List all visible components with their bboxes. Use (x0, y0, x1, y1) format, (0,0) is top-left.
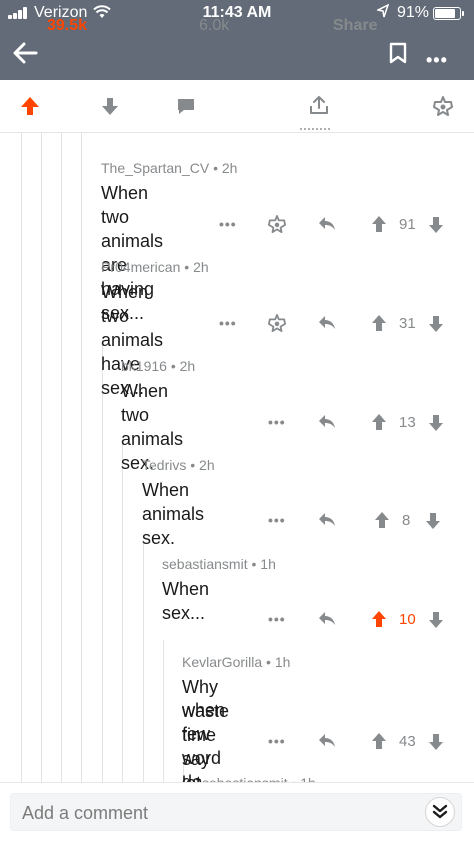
add-comment-field[interactable]: Add a comment (10, 793, 462, 831)
comment-age: 2h (179, 358, 196, 374)
thread-line (81, 133, 82, 783)
comment-age: 1h (274, 654, 291, 670)
downvote-arrow-icon[interactable] (101, 96, 119, 121)
downvote-arrow-icon[interactable] (425, 512, 441, 535)
comment-placeholder: Add a comment (22, 803, 149, 823)
reply-icon[interactable] (318, 216, 336, 237)
comment-meta: Tedrivs • 2h (142, 457, 215, 473)
more-options-icon[interactable]: ••• (268, 512, 286, 528)
post-score: 39.5k (47, 17, 88, 34)
thread-line (122, 440, 123, 783)
comment-author[interactable]: KevlarGorilla (182, 654, 262, 670)
downvote-arrow-icon[interactable] (428, 611, 444, 634)
downvote-arrow-icon[interactable] (428, 414, 444, 437)
location-arrow-icon (375, 3, 390, 22)
battery-percent: 91% (397, 4, 430, 21)
thread-line (143, 540, 144, 783)
share-button[interactable]: Share (333, 17, 377, 35)
double-chevron-down-icon (432, 804, 448, 819)
comment-score: 31 (399, 315, 416, 332)
thread-line (163, 640, 164, 783)
comment-body: When sex... (162, 579, 210, 623)
thread-line (61, 133, 62, 783)
back-arrow-icon[interactable] (12, 40, 38, 66)
upvote-arrow-icon[interactable] (371, 732, 387, 755)
reply-icon[interactable] (318, 512, 336, 533)
comment-author[interactable]: Tedrivs (142, 457, 186, 473)
downvote-arrow-icon[interactable] (428, 315, 444, 338)
more-options-icon[interactable]: ••• (426, 50, 448, 71)
comment-meta: sebastiansmit • 1h (162, 556, 276, 572)
jump-down-button[interactable] (425, 797, 455, 827)
battery-icon (433, 7, 464, 20)
comment-age: 2h (193, 259, 209, 275)
bookmark-icon[interactable] (389, 42, 407, 64)
more-options-icon[interactable]: ••• (219, 315, 237, 331)
thread-line (102, 340, 103, 783)
upvote-arrow-icon[interactable] (371, 215, 387, 238)
more-options-icon[interactable]: ••• (268, 611, 286, 627)
more-options-icon[interactable]: ••• (268, 733, 286, 749)
comment-count: 6.0k (199, 17, 230, 34)
thread-line (21, 133, 22, 783)
award-icon[interactable] (268, 314, 286, 337)
comment-meta: KevlarGorilla • 1h (182, 654, 291, 670)
comment-author[interactable]: sebastiansmit (162, 556, 248, 572)
comment-meta: bk1916 • 2h (121, 358, 196, 374)
share-icon[interactable] (308, 94, 330, 121)
comment-meta: The_Spartan_CV • 2h (101, 160, 238, 176)
reply-icon[interactable] (318, 414, 336, 435)
header-bar: Verizon 11:43 AM 91% ••• (0, 0, 474, 80)
comment-age: 2h (199, 457, 215, 473)
more-options-icon[interactable]: ••• (268, 414, 286, 430)
comment-author[interactable]: bk1916 (121, 358, 167, 374)
award-icon[interactable] (268, 215, 286, 238)
comment-meta: Pr04merican • 2h (101, 259, 209, 275)
award-icon[interactable] (433, 96, 453, 121)
downvote-arrow-icon[interactable] (428, 733, 444, 756)
upvote-arrow-icon[interactable] (371, 413, 387, 436)
comment-author[interactable]: The_Spartan_CV (101, 160, 209, 176)
comment-author[interactable]: Pr04merican (101, 259, 180, 275)
collapsed-indicator (300, 128, 330, 132)
upvote-arrow-icon[interactable] (374, 511, 390, 534)
upvote-arrow-icon[interactable] (371, 314, 387, 337)
comment-score: 43 (399, 733, 416, 750)
reply-icon[interactable] (318, 733, 336, 754)
comment-age: 1h (260, 556, 276, 572)
reply-icon[interactable] (318, 315, 336, 336)
comment-bubble-icon (176, 96, 196, 121)
reply-icon[interactable] (318, 611, 336, 632)
post-action-bar (0, 80, 474, 133)
comment-score: 10 (399, 611, 416, 628)
comment-age: 2h (221, 160, 238, 176)
comment-body: When animals sex. (142, 480, 205, 548)
more-options-icon[interactable]: ••• (219, 216, 237, 232)
comment-score: 8 (402, 512, 411, 529)
comment-score: 13 (399, 414, 416, 431)
upvote-arrow-icon-active[interactable] (371, 610, 387, 633)
downvote-arrow-icon[interactable] (428, 216, 444, 239)
thread-line (41, 133, 42, 783)
upvote-arrow-icon[interactable] (20, 96, 40, 121)
comment-score: 91 (399, 216, 416, 233)
